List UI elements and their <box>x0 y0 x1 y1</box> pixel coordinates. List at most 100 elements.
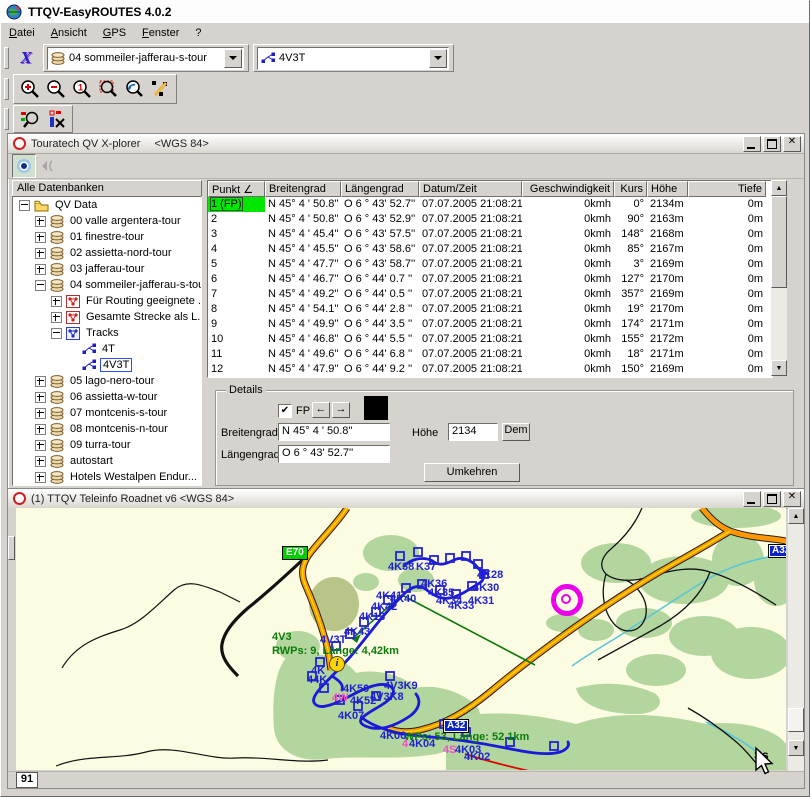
close-button[interactable] <box>783 136 801 152</box>
tree-item[interactable]: Gesamte Strecke als L... <box>13 309 201 325</box>
scroll-thumb[interactable] <box>788 708 804 732</box>
table-row[interactable]: 9N 45° 4 ' 49.9''O 6 ° 44' 3.5 ''07.07.2… <box>208 317 772 332</box>
delete-waypoint-button[interactable] <box>44 107 68 131</box>
tree-item[interactable]: 02 assietta-nord-tour <box>13 245 201 261</box>
tree-item[interactable]: 04 sommeiler-jafferau-s-tour <box>13 277 201 293</box>
track-combobox[interactable]: 4V3T <box>257 47 449 70</box>
tree-item[interactable]: QV Data <box>13 197 201 213</box>
menu-fenster[interactable]: Fenster <box>134 25 187 41</box>
show-on-map-button[interactable] <box>18 107 42 131</box>
minimize-button[interactable] <box>743 491 761 507</box>
expand-icon[interactable] <box>35 264 46 275</box>
menu-datei[interactable]: Datei <box>1 25 43 41</box>
tree-item[interactable]: 07 montcenis-s-tour <box>13 405 201 421</box>
column-header[interactable]: Kurs <box>614 181 647 197</box>
expand-icon[interactable] <box>35 472 46 483</box>
column-header[interactable]: Höhe <box>647 181 688 197</box>
column-header[interactable]: Geschwindigkeit <box>522 181 614 197</box>
collapse-icon[interactable] <box>35 280 46 291</box>
table-row[interactable]: 2N 45° 4 ' 50.8''O 6 ° 43' 52.9''07.07.2… <box>208 212 772 227</box>
column-header[interactable]: Punkt ∠ <box>208 181 265 197</box>
minimize-button[interactable] <box>743 136 761 152</box>
zoom-previous-button[interactable] <box>122 77 146 101</box>
table-row[interactable]: 8N 45° 4 ' 54.1''O 6 ° 44' 2.8 ''07.07.2… <box>208 302 772 317</box>
tour-combobox-dropdown[interactable] <box>224 49 242 68</box>
zoom-100-button[interactable]: 1 <box>70 77 94 101</box>
expand-icon[interactable] <box>51 296 62 307</box>
tree-item[interactable]: 4V3T <box>13 357 201 373</box>
expand-icon[interactable] <box>35 440 46 451</box>
track-combobox-dropdown[interactable] <box>429 49 447 68</box>
collapse-icon[interactable] <box>19 200 30 211</box>
tree-item[interactable]: Hotels Westalpen Endur... <box>13 469 201 485</box>
scroll-down-button[interactable]: ▼ <box>771 360 787 376</box>
table-row[interactable]: 4N 45° 4 ' 45.5''O 6 ° 43' 58.6''07.07.2… <box>208 242 772 257</box>
scroll-up-button[interactable]: ▲ <box>788 508 804 524</box>
expand-icon[interactable] <box>35 456 46 467</box>
fp-checkbox[interactable]: ✔ <box>278 404 292 418</box>
table-scrollbar[interactable]: ▲ ▼ <box>771 180 787 376</box>
track-color-swatch[interactable] <box>364 396 388 420</box>
table-row[interactable]: 12N 45° 4 ' 47.9''O 6 ° 44' 9.2 ''07.07.… <box>208 362 772 377</box>
map-left-gutter[interactable] <box>8 508 16 772</box>
expand-icon[interactable] <box>35 248 46 259</box>
collapse-icon[interactable] <box>51 328 62 339</box>
exit-button[interactable]: X <box>14 46 38 70</box>
column-header[interactable]: Tiefe <box>688 181 766 197</box>
table-row[interactable]: 7N 45° 4 ' 49.2''O 6 ° 44' 0.5 ''07.07.2… <box>208 287 772 302</box>
toolbar-grip[interactable] <box>4 108 9 130</box>
zoom-window-button[interactable] <box>96 77 120 101</box>
tree-item[interactable]: 00 valle argentera-tour <box>13 213 201 229</box>
tree-item[interactable]: 4T <box>13 341 201 357</box>
table-row[interactable]: 1 (FP)N 45° 4 ' 50.8''O 6 ° 43' 52.7''07… <box>208 197 772 212</box>
menu-hilfe[interactable]: ? <box>187 25 209 41</box>
tree-item[interactable]: 08 montcenis-n-tour <box>13 421 201 437</box>
zoom-out-button[interactable] <box>44 77 68 101</box>
expand-icon[interactable] <box>35 376 46 387</box>
tree-item[interactable]: Für Routing geeignete ... <box>13 293 201 309</box>
tree-item[interactable]: Tracks <box>13 325 201 341</box>
column-header[interactable]: Längengrad <box>341 181 419 197</box>
expand-icon[interactable] <box>51 312 62 323</box>
laengengrad-input[interactable]: O 6 ° 43' 52.7'' <box>278 445 390 463</box>
show-selection-button[interactable] <box>12 154 36 178</box>
draw-track-button[interactable] <box>148 77 172 101</box>
maximize-button[interactable] <box>763 491 781 507</box>
next-point-button[interactable]: → <box>332 402 350 418</box>
transfer-button[interactable] <box>36 155 58 177</box>
scroll-thumb[interactable] <box>771 196 787 288</box>
column-header[interactable]: Breitengrad <box>265 181 341 197</box>
umkehren-button[interactable]: Umkehren <box>424 463 520 482</box>
close-button[interactable] <box>783 491 801 507</box>
menu-gps[interactable]: GPS <box>95 25 134 41</box>
table-row[interactable]: 5N 45° 4 ' 47.7''O 6 ° 43' 58.7''07.07.2… <box>208 257 772 272</box>
tree-item[interactable]: 05 lago-nero-tour <box>13 373 201 389</box>
scroll-up-button[interactable]: ▲ <box>771 180 787 196</box>
table-row[interactable]: 3N 45° 4 ' 45.4''O 6 ° 43' 57.5''07.07.2… <box>208 227 772 242</box>
breitengrad-input[interactable]: N 45° 4 ' 50.8'' <box>278 423 390 441</box>
hoehe-input[interactable]: 2134 <box>448 423 498 441</box>
dem-button[interactable]: Dem <box>502 423 530 441</box>
zoom-in-button[interactable] <box>18 77 42 101</box>
info-icon[interactable] <box>329 656 345 672</box>
expand-icon[interactable] <box>35 408 46 419</box>
expand-icon[interactable] <box>35 424 46 435</box>
table-row[interactable]: 6N 45° 4 ' 46.7''O 6 ° 44' 0.7 ''07.07.2… <box>208 272 772 287</box>
tree-item[interactable]: 03 jafferau-tour <box>13 261 201 277</box>
toolbar-grip[interactable] <box>4 78 9 100</box>
menu-ansicht[interactable]: Ansicht <box>43 25 95 41</box>
expand-icon[interactable] <box>35 232 46 243</box>
maximize-button[interactable] <box>763 136 781 152</box>
tree-item[interactable]: 09 turra-tour <box>13 437 201 453</box>
map-scrollbar[interactable]: ▲ ▼ <box>788 508 804 772</box>
column-header[interactable]: Datum/Zeit <box>419 181 522 197</box>
tree-item[interactable]: 06 assietta-w-tour <box>13 389 201 405</box>
prev-point-button[interactable]: ← <box>312 402 330 418</box>
toolbar-grip[interactable] <box>4 47 9 69</box>
table-row[interactable]: 11N 45° 4 ' 49.6''O 6 ° 44' 6.8 ''07.07.… <box>208 347 772 362</box>
table-row[interactable]: 10N 45° 4 ' 46.8''O 6 ° 44' 5.5 ''07.07.… <box>208 332 772 347</box>
scroll-down-button[interactable]: ▼ <box>788 740 804 756</box>
tree-item[interactable]: autostart <box>13 453 201 469</box>
tour-combobox[interactable]: 04 sommeiler-jafferau-s-tour <box>47 47 244 70</box>
tree-item[interactable]: 01 finestre-tour <box>13 229 201 245</box>
